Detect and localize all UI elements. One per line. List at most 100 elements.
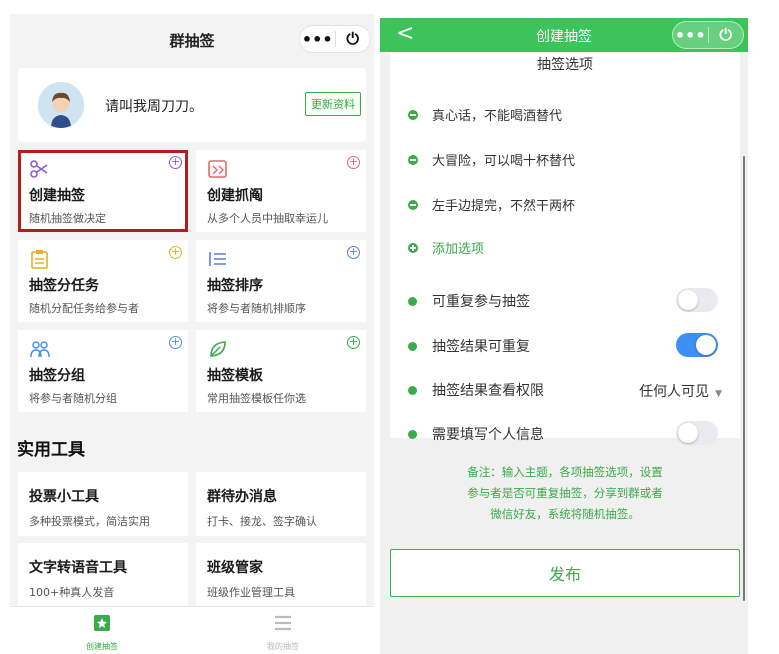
setting-label: 抽签结果可重复 (432, 339, 530, 355)
power-icon[interactable]: ⏻ (335, 25, 370, 53)
toggle-knob (678, 423, 698, 443)
remove-option-icon[interactable] (408, 199, 418, 210)
help-note: 备注：输入主题，各项抽签选项，设置 参与者是否可重复抽签，分享到群或者 微信好友… (390, 462, 740, 525)
sort-draw-card[interactable]: + 抽签排序 将参与者随机排顺序 (196, 240, 366, 322)
add-icon: + (347, 335, 360, 349)
card-title: 创建抽签 (29, 188, 85, 204)
card-subtitle: 从多个人员中抽取幸运儿 (207, 212, 328, 225)
toggle-knob (678, 290, 698, 310)
tool-subtitle: 多种投票模式，简洁实用 (29, 515, 150, 528)
card-title: 抽签排序 (207, 278, 263, 294)
card-title: 创建抓阄 (207, 188, 263, 204)
card-subtitle: 随机分配任务给参与者 (29, 302, 139, 315)
avatar[interactable] (38, 82, 84, 128)
remove-option-icon[interactable] (408, 109, 418, 120)
bullet-dot (408, 385, 417, 395)
note-line: 微信好友，系统将随机抽签。 (490, 507, 640, 521)
tool-subtitle: 打卡、接龙、签字确认 (207, 515, 317, 528)
personal-info-toggle[interactable] (676, 421, 718, 445)
group-draw-card[interactable]: + 抽签分组 将参与者随机分组 (18, 330, 188, 412)
profile-card: 请叫我周刀刀。 更新资料 (18, 68, 366, 142)
add-icon: + (347, 245, 360, 259)
scrollbar[interactable] (743, 156, 745, 601)
more-icon[interactable]: ••• (300, 25, 335, 53)
clipboard-icon (31, 250, 48, 269)
repeat-result-toggle[interactable] (676, 333, 718, 357)
tab-my-draws[interactable]: 我的抽签 (243, 613, 323, 652)
task-draw-card[interactable]: + 抽签分任务 随机分配任务给参与者 (18, 240, 188, 322)
tool-title: 群待办消息 (207, 489, 277, 505)
vote-tool-card[interactable]: 投票小工具 多种投票模式，简洁实用 (18, 472, 188, 536)
setting-repeat-participate: 可重复参与抽签 (408, 288, 730, 314)
create-draw-screen: < 创建抽签 ••• ⏻ 抽签选项 真心话，不能喝酒替代 大冒险，可以喝十杯替代… (380, 18, 748, 654)
scissors-icon (30, 160, 48, 178)
bullet-dot (408, 341, 417, 351)
group-todo-card[interactable]: 群待办消息 打卡、接龙、签字确认 (196, 472, 366, 536)
options-section-title: 抽签选项 (537, 57, 593, 73)
tool-subtitle: 100+种真人发音 (29, 586, 115, 599)
add-option-icon (408, 242, 418, 253)
view-permission-select[interactable]: 任何人可见 ▼ (639, 381, 722, 401)
option-item[interactable]: 左手边提完，不然干两杯 (408, 195, 575, 214)
star-tab-icon (94, 615, 110, 631)
draw-form: 抽签选项 真心话，不能喝酒替代 大冒险，可以喝十杯替代 左手边提完，不然干两杯 … (390, 52, 740, 445)
card-subtitle: 随机抽签做决定 (29, 212, 106, 225)
tool-title: 文字转语音工具 (29, 560, 127, 576)
menu-icon (275, 615, 291, 631)
repeat-participate-toggle[interactable] (676, 288, 718, 312)
tab-label: 我的抽签 (267, 642, 299, 651)
option-text: 大冒险，可以喝十杯替代 (432, 154, 576, 169)
tools-section-title: 实用工具 (17, 440, 85, 460)
tool-subtitle: 班级作业管理工具 (207, 586, 295, 599)
tool-title: 班级管家 (207, 560, 263, 576)
add-option-label: 添加选项 (432, 242, 485, 257)
tab-label: 创建抽签 (86, 642, 118, 651)
tts-tool-card[interactable]: 文字转语音工具 100+种真人发音 (18, 543, 188, 607)
create-lottery-card[interactable]: + 创建抓阄 从多个人员中抽取幸运儿 (196, 150, 366, 232)
setting-view-permission: 抽签结果查看权限 任何人可见 ▼ (408, 377, 730, 403)
list-order-icon (209, 252, 226, 266)
class-manager-card[interactable]: 班级管家 班级作业管理工具 (196, 543, 366, 607)
option-item[interactable]: 真心话，不能喝酒替代 (408, 105, 562, 124)
add-option-button[interactable]: 添加选项 (408, 238, 484, 257)
bullet-dot (408, 296, 417, 306)
card-title: 抽签模板 (207, 368, 263, 384)
select-value: 任何人可见 (639, 384, 710, 400)
remove-option-icon[interactable] (408, 154, 418, 165)
home-screen: 群抽签 ••• ⏻ 请叫我周刀刀。 更新资料 + 创建抽签 随机抽签做决定 + … (10, 14, 374, 654)
nav-bar: < 创建抽签 ••• ⏻ (380, 18, 748, 52)
lottery-icon (208, 160, 227, 178)
dropdown-arrow-icon: ▼ (715, 389, 722, 399)
leaf-icon (210, 341, 226, 357)
more-icon[interactable]: ••• (673, 21, 708, 49)
setting-label: 可重复参与抽签 (432, 294, 530, 310)
setting-label: 抽签结果查看权限 (432, 383, 544, 399)
setting-repeat-result: 抽签结果可重复 (408, 333, 730, 359)
mini-program-capsule: ••• ⏻ (299, 25, 371, 53)
toggle-knob (696, 335, 716, 355)
tab-create-draw[interactable]: 创建抽签 (62, 613, 142, 652)
add-icon: + (169, 245, 182, 259)
card-title: 抽签分任务 (29, 278, 99, 294)
add-icon: + (169, 155, 182, 169)
group-icon (30, 341, 50, 358)
card-subtitle: 将参与者随机分组 (29, 392, 117, 405)
add-icon: + (347, 155, 360, 169)
card-title: 抽签分组 (29, 368, 85, 384)
user-name: 请叫我周刀刀。 (105, 99, 203, 115)
option-item[interactable]: 大冒险，可以喝十杯替代 (408, 150, 575, 169)
publish-button[interactable]: 发布 (390, 549, 740, 597)
mini-program-capsule: ••• ⏻ (672, 21, 744, 49)
top-bar: 群抽签 ••• ⏻ (10, 14, 374, 64)
setting-personal-info: 需要填写个人信息 (408, 421, 730, 447)
note-line: 参与者是否可重复抽签，分享到群或者 (467, 486, 663, 500)
power-icon[interactable]: ⏻ (708, 21, 743, 49)
update-profile-button[interactable]: 更新资料 (305, 92, 361, 116)
bullet-dot (408, 429, 417, 439)
note-line: 备注：输入主题，各项抽签选项，设置 (467, 465, 663, 479)
create-draw-card[interactable]: + 创建抽签 随机抽签做决定 (18, 150, 188, 232)
card-subtitle: 将参与者随机排顺序 (207, 302, 306, 315)
tab-bar: 创建抽签 我的抽签 (10, 606, 374, 654)
template-draw-card[interactable]: + 抽签模板 常用抽签模板任你选 (196, 330, 366, 412)
tool-title: 投票小工具 (29, 489, 99, 505)
